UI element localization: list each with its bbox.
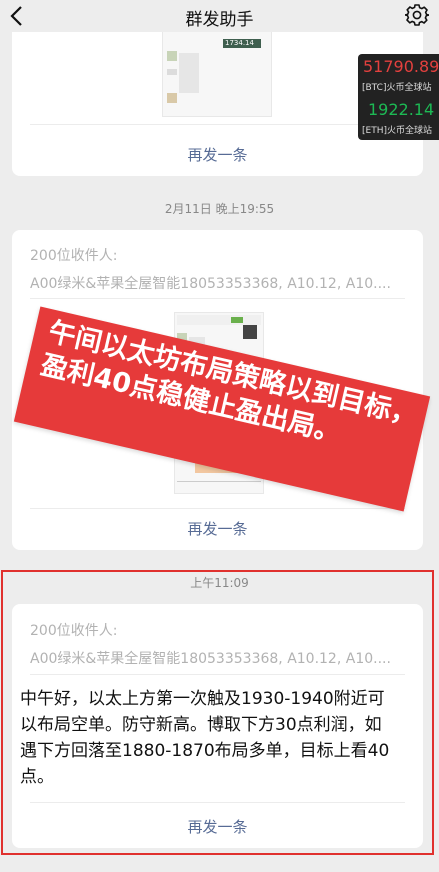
- gear-icon[interactable]: [405, 3, 429, 27]
- highlight-annotation: [1, 570, 434, 855]
- divider: [30, 508, 405, 509]
- price-ticker-widget[interactable]: 51790.89 [BTC]火币全球站 1922.14 [ETH]火币全球站: [358, 54, 439, 140]
- screenshot-thumbnail[interactable]: 1734.14: [162, 20, 272, 117]
- top-bar: 群发助手: [0, 0, 439, 32]
- thumb-text: 1734.14: [225, 39, 254, 47]
- divider: [30, 124, 405, 125]
- eth-label: [ETH]火币全球站: [362, 126, 432, 136]
- resend-button[interactable]: 再发一条: [12, 144, 423, 165]
- resend-button[interactable]: 再发一条: [12, 518, 423, 539]
- btc-label: [BTC]火币全球站: [362, 83, 432, 93]
- divider: [30, 298, 405, 299]
- page-title: 群发助手: [185, 10, 254, 30]
- btc-price: 51790.89: [363, 57, 439, 76]
- recipients-list: A00绿米&苹果全屋智能18053353368, A10.12, A10....: [30, 276, 391, 292]
- timestamp: 2月11日 晚上19:55: [164, 202, 275, 216]
- recipients-count: 200位收件人:: [30, 248, 118, 264]
- eth-price: 1922.14: [368, 100, 435, 119]
